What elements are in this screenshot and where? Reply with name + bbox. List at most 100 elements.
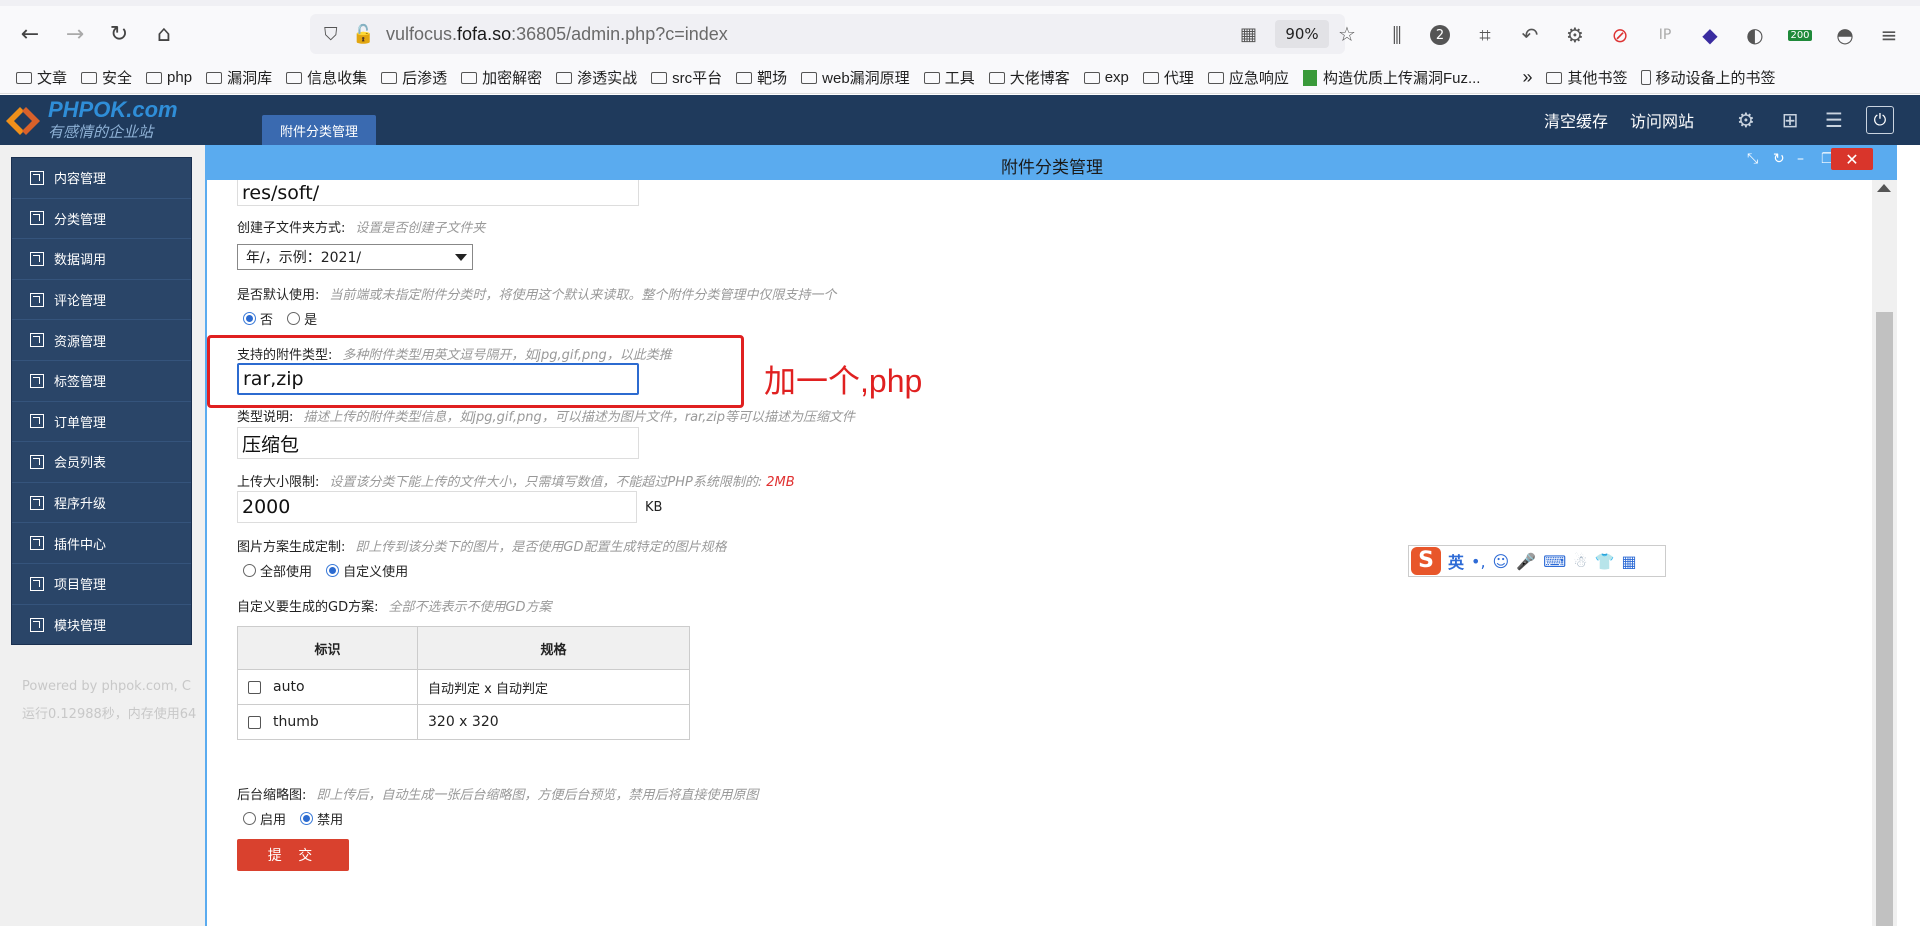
user-icon[interactable]: ☃ bbox=[1573, 552, 1587, 571]
bookmark-label[interactable]: 应急响应 bbox=[1229, 67, 1289, 88]
url-text[interactable]: vulfocus.fofa.so:36805/admin.php?c=index bbox=[386, 24, 728, 45]
list-icon[interactable]: ☰ bbox=[1816, 102, 1852, 138]
sidebar-item-data-call[interactable]: 数据调用 bbox=[12, 239, 191, 280]
forward-icon[interactable]: → bbox=[53, 12, 97, 56]
ip-extension-icon[interactable]: IP bbox=[1650, 20, 1680, 50]
bookmark-label[interactable]: 加密解密 bbox=[482, 67, 542, 88]
scroll-up-arrow-icon[interactable] bbox=[1877, 184, 1891, 192]
ime-lang-toggle[interactable]: 英 bbox=[1448, 549, 1464, 573]
subfolder-select[interactable]: 年/，示例：2021/ bbox=[237, 244, 473, 270]
ime-punct-toggle[interactable]: •, bbox=[1471, 552, 1486, 571]
bookmark-link[interactable]: 构造优质上传漏洞Fuz... bbox=[1302, 67, 1481, 88]
extension-badge-icon[interactable]: 2 bbox=[1430, 25, 1450, 45]
bookmark-folder[interactable]: 代理 bbox=[1142, 67, 1194, 88]
bookmark-folder[interactable]: src平台 bbox=[651, 67, 722, 88]
bookmark-label[interactable]: 安全 bbox=[102, 67, 132, 88]
minimize-icon[interactable]: – bbox=[1797, 151, 1804, 167]
bookmark-folder[interactable]: 加密解密 bbox=[461, 67, 542, 88]
collapse-icon[interactable]: ⤡ bbox=[1747, 151, 1758, 167]
bookmark-folder[interactable]: 信息收集 bbox=[286, 67, 367, 88]
submit-button[interactable]: 提 交 bbox=[237, 839, 349, 871]
bookmark-folder[interactable]: 工具 bbox=[923, 67, 975, 88]
bookmark-label[interactable]: 其他书签 bbox=[1567, 67, 1627, 88]
sogou-logo-icon[interactable]: S bbox=[1411, 547, 1441, 575]
bookmark-label[interactable]: 后渗透 bbox=[402, 67, 447, 88]
bookmark-label[interactable]: 大佬博客 bbox=[1010, 67, 1070, 88]
thumb-off-radio[interactable]: 禁用 bbox=[300, 809, 343, 828]
hat-icon[interactable]: ◓ bbox=[1830, 20, 1860, 50]
bookmark-folder[interactable]: 漏洞库 bbox=[206, 67, 272, 88]
checkbox[interactable] bbox=[248, 680, 261, 694]
desc-input[interactable]: 压缩包 bbox=[237, 427, 639, 459]
bookmark-label[interactable]: 代理 bbox=[1164, 67, 1194, 88]
shield-icon[interactable]: ⛉ bbox=[324, 24, 338, 45]
diamond-icon[interactable]: ◆ bbox=[1695, 20, 1725, 50]
bookmark-label[interactable]: src平台 bbox=[672, 67, 722, 88]
clear-cache-link[interactable]: 清空缓存 bbox=[1544, 108, 1608, 132]
library-icon[interactable]: ⫼ bbox=[1382, 20, 1412, 50]
overflow-chevron-icon[interactable]: » bbox=[1522, 67, 1532, 88]
default-no-radio[interactable]: 否 bbox=[243, 309, 273, 328]
checkbox[interactable] bbox=[248, 715, 261, 729]
status-badge[interactable]: 200 bbox=[1788, 29, 1812, 41]
keyboard-icon[interactable]: ⌨ bbox=[1543, 552, 1566, 571]
bookmark-label[interactable]: 靶场 bbox=[757, 67, 787, 88]
bookmark-label[interactable]: 渗透实战 bbox=[577, 67, 637, 88]
sidebar-item-resources[interactable]: 资源管理 bbox=[12, 320, 191, 361]
ime-toolbar[interactable]: S 英 •, ☺ 🎤 ⌨ ☃ 👕 ▦ bbox=[1408, 545, 1666, 577]
menu-icon[interactable]: ≡ bbox=[1874, 20, 1904, 50]
bookmark-folder[interactable]: 安全 bbox=[81, 67, 132, 88]
sidebar-item-content[interactable]: 内容管理 bbox=[12, 158, 191, 199]
refresh-icon[interactable]: ↻ bbox=[1773, 151, 1785, 167]
reload-icon[interactable]: ↻ bbox=[97, 12, 141, 56]
tab-attachment-category[interactable]: 附件分类管理 bbox=[262, 115, 376, 145]
bookmark-folder[interactable]: web漏洞原理 bbox=[801, 67, 910, 88]
visit-site-link[interactable]: 访问网站 bbox=[1630, 108, 1694, 132]
emoji-icon[interactable]: ☺ bbox=[1493, 552, 1510, 571]
thumb-on-radio[interactable]: 启用 bbox=[243, 809, 286, 828]
bookmark-label[interactable]: 文章 bbox=[37, 67, 67, 88]
bookmark-folder[interactable]: 靶场 bbox=[736, 67, 787, 88]
bookmark-folder[interactable]: php bbox=[146, 69, 192, 86]
qr-code-icon[interactable]: ▦ bbox=[1240, 24, 1257, 45]
bookmark-label[interactable]: exp bbox=[1105, 69, 1129, 86]
zoom-level[interactable]: 90% bbox=[1275, 20, 1329, 48]
sidebar-item-category[interactable]: 分类管理 bbox=[12, 199, 191, 240]
sidebar-item-upgrade[interactable]: 程序升级 bbox=[12, 483, 191, 524]
blocker-icon[interactable]: ⊘ bbox=[1605, 20, 1635, 50]
bookmark-folder[interactable]: exp bbox=[1083, 69, 1129, 86]
windows-icon[interactable]: ⊞ bbox=[1772, 102, 1808, 138]
extension-puzzle-icon[interactable]: ⚙ bbox=[1560, 20, 1590, 50]
bookmark-folder[interactable]: 应急响应 bbox=[1207, 67, 1289, 88]
default-yes-radio[interactable]: 是 bbox=[287, 309, 317, 328]
sidebar-item-plugins[interactable]: 插件中心 bbox=[12, 523, 191, 564]
power-icon[interactable]: ⏻ bbox=[1866, 106, 1894, 134]
bookmark-folder[interactable]: 文章 bbox=[16, 67, 67, 88]
bookmark-label[interactable]: 漏洞库 bbox=[227, 67, 272, 88]
logo[interactable]: PHPOK.com 有感情的企业站 bbox=[0, 97, 210, 143]
microphone-icon[interactable]: 🎤 bbox=[1516, 552, 1536, 571]
sidebar-item-projects[interactable]: 项目管理 bbox=[12, 564, 191, 605]
bookmark-folder[interactable]: 大佬博客 bbox=[988, 67, 1070, 88]
sidebar-item-comments[interactable]: 评论管理 bbox=[12, 280, 191, 321]
undo-icon[interactable]: ↶ bbox=[1515, 20, 1545, 50]
crop-icon[interactable]: ⌗ bbox=[1470, 20, 1500, 50]
img-custom-radio[interactable]: 自定义使用 bbox=[326, 561, 408, 580]
dial-icon[interactable]: ◐ bbox=[1740, 20, 1770, 50]
bookmark-label[interactable]: 信息收集 bbox=[307, 67, 367, 88]
bookmark-folder-mobile[interactable]: 移动设备上的书签 bbox=[1641, 67, 1776, 88]
scrollbar[interactable] bbox=[1872, 180, 1897, 926]
scroll-thumb[interactable] bbox=[1876, 312, 1893, 926]
skin-shirt-icon[interactable]: 👕 bbox=[1595, 552, 1615, 571]
insecure-lock-icon[interactable]: 🔓 bbox=[352, 24, 374, 45]
bookmark-folder[interactable]: 后渗透 bbox=[381, 67, 447, 88]
back-icon[interactable]: ← bbox=[8, 12, 52, 56]
bookmark-folder[interactable]: 渗透实战 bbox=[556, 67, 637, 88]
sidebar-item-modules[interactable]: 模块管理 bbox=[12, 605, 191, 646]
bookmark-label[interactable]: 移动设备上的书签 bbox=[1655, 67, 1775, 88]
bookmark-folder-other[interactable]: 其他书签 bbox=[1546, 67, 1627, 88]
bookmark-label[interactable]: 构造优质上传漏洞Fuz... bbox=[1323, 67, 1481, 88]
settings-gear-icon[interactable]: ⚙ bbox=[1728, 102, 1764, 138]
img-all-radio[interactable]: 全部使用 bbox=[243, 561, 312, 580]
folder-input[interactable]: res/soft/ bbox=[237, 180, 639, 206]
